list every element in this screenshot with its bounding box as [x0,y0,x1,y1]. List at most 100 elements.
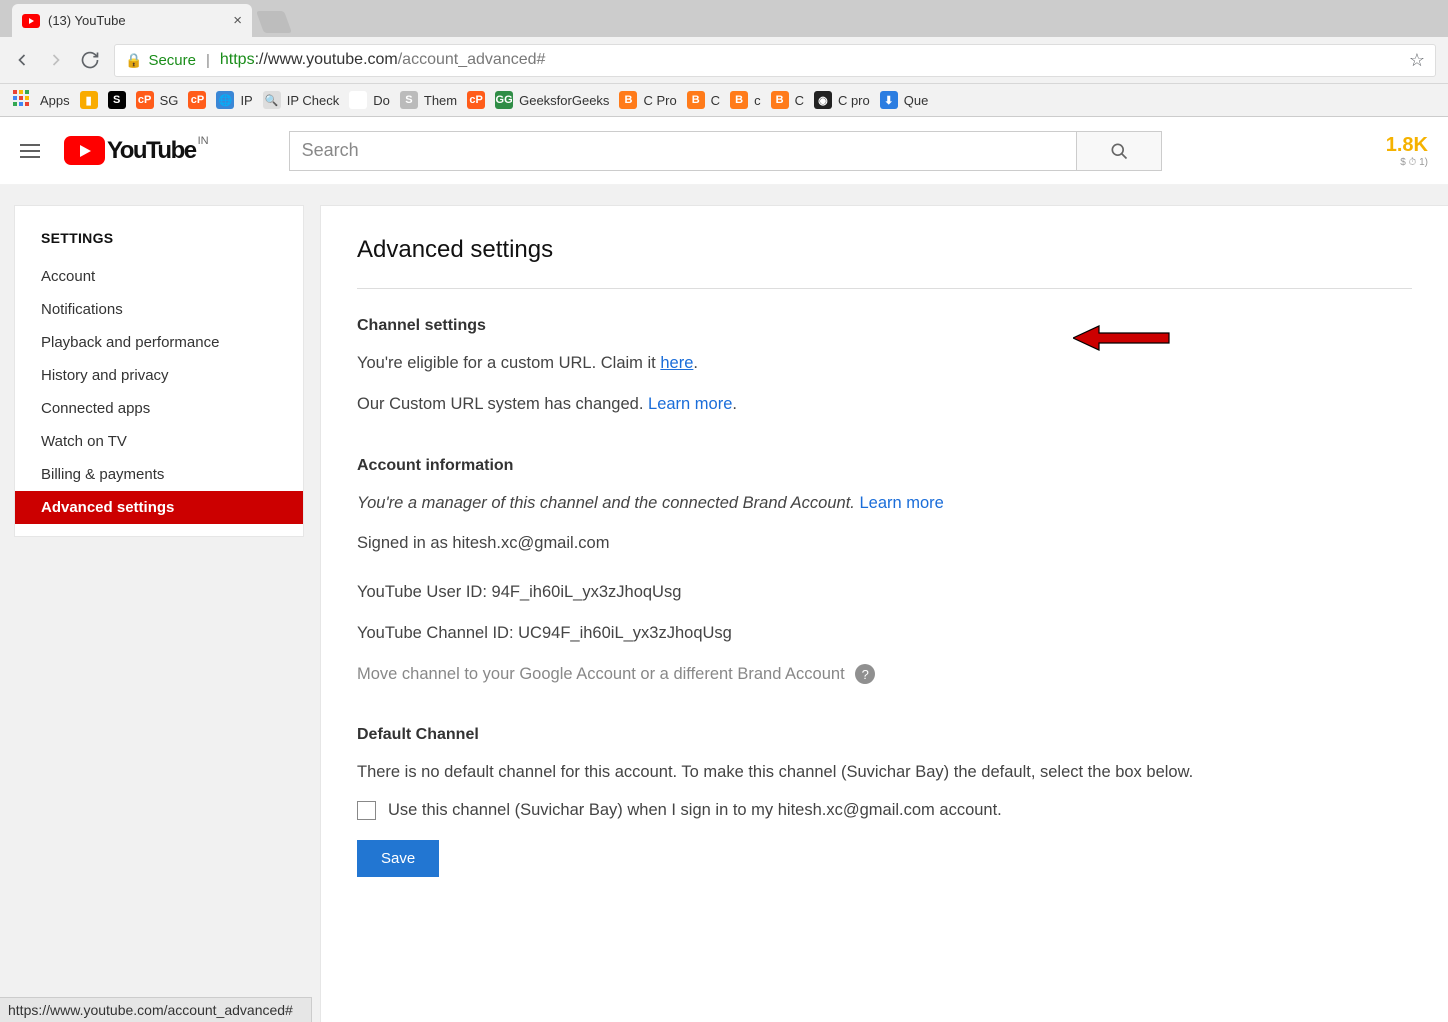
bookmark-item[interactable]: GG GeeksforGeeks [495,91,609,109]
bookmark-label: C Pro [643,93,676,108]
bookmark-star-icon[interactable]: ☆ [1409,50,1425,71]
bookmark-item[interactable]: BC [771,91,804,109]
custom-url-changed-text: Our Custom URL system has changed. Learn… [357,392,1412,417]
search-icon [1109,141,1129,161]
bookmark-label: GeeksforGeeks [519,93,609,108]
sidebar-item-watch-on-tv[interactable]: Watch on TV [15,425,303,458]
bookmark-item[interactable]: 🔍IP Check [263,91,340,109]
bookmark-bar: Apps▮ScPSGcP🌐IP🔍IP CheckGDoSThemcPGGGeek… [0,84,1448,117]
bookmark-item[interactable]: cP [188,91,206,109]
bookmark-label: C pro [838,93,870,108]
new-tab-button[interactable] [256,11,292,33]
bookmark-icon: B [619,91,637,109]
lock-icon: 🔒 [125,52,142,69]
bookmark-label: Do [373,93,390,108]
address-bar[interactable]: 🔒 Secure | https://www.youtube.com/accou… [114,44,1436,77]
content-area: SETTINGS AccountNotificationsPlayback an… [0,185,1448,1022]
youtube-logo[interactable]: YouTube IN [64,136,207,165]
account-info-heading: Account information [357,457,1412,475]
custom-url-eligible-text: You're eligible for a custom URL. Claim … [357,351,1412,376]
claim-here-link[interactable]: here [660,354,693,372]
save-button[interactable]: Save [357,840,439,877]
bookmark-label: IP Check [287,93,340,108]
manager-text: You're a manager of this channel and the… [357,491,1412,516]
bookmark-icon: GG [495,91,513,109]
youtube-region: IN [198,135,209,147]
close-icon[interactable]: × [233,12,242,29]
learn-more-link[interactable]: Learn more [648,395,732,413]
signed-in-text: Signed in as hitesh.xc@gmail.com [357,531,1412,556]
default-channel-checkbox-label: Use this channel (Suvichar Bay) when I s… [388,801,1002,820]
bookmark-icon: 🌐 [216,91,234,109]
red-arrow-annotation [1073,324,1171,352]
back-icon[interactable] [12,50,32,70]
bookmark-item[interactable]: Bc [730,91,761,109]
tab-strip: (13) YouTube × [0,0,1448,37]
sidebar-item-history-and-privacy[interactable]: History and privacy [15,359,303,392]
browser-status-bar: https://www.youtube.com/account_advanced… [0,997,312,1022]
bookmark-icon: S [108,91,126,109]
youtube-logo-text: YouTube [107,137,196,165]
url-text: https://www.youtube.com/account_advanced… [220,51,546,69]
search-button[interactable] [1077,131,1162,171]
bookmark-item[interactable]: cP [467,91,485,109]
bookmark-item[interactable]: 🌐IP [216,91,252,109]
header-right-sub: $ ⏱ 1) [1386,157,1428,168]
learn-more-manager-link[interactable]: Learn more [859,494,943,512]
bookmark-label: C [711,93,720,108]
bookmark-item[interactable]: S [108,91,126,109]
default-channel-checkbox-row: Use this channel (Suvichar Bay) when I s… [357,801,1412,820]
url-divider: | [206,52,210,69]
sidebar-item-playback-and-performance[interactable]: Playback and performance [15,326,303,359]
bookmark-item[interactable]: ◉C pro [814,91,870,109]
sidebar-item-advanced-settings[interactable]: Advanced settings [15,491,303,524]
reload-icon[interactable] [80,50,100,70]
youtube-play-icon [64,136,105,165]
youtube-favicon-icon [22,14,40,28]
sidebar-heading: SETTINGS [15,224,303,260]
youtube-header: YouTube IN 1.8K $ ⏱ 1) [0,117,1448,185]
main-panel: Advanced settings Channel settings You'r… [320,205,1448,1022]
help-icon[interactable]: ? [855,664,875,684]
apps-grid-icon[interactable] [12,89,30,112]
hamburger-icon[interactable] [20,140,40,162]
bookmark-label: Them [424,93,457,108]
default-channel-checkbox[interactable] [357,801,376,820]
bookmark-icon: ⬇ [880,91,898,109]
bookmark-item[interactable]: ⬇ Que [880,91,929,109]
bookmark-label: C [795,93,804,108]
sidebar-item-connected-apps[interactable]: Connected apps [15,392,303,425]
bookmark-label: SG [160,93,179,108]
youtube-user-id: YouTube User ID: 94F_ih60iL_yx3zJhoqUsg [357,580,1412,605]
forward-icon[interactable] [46,50,66,70]
bookmark-icon: ▮ [80,91,98,109]
sidebar-item-billing-payments[interactable]: Billing & payments [15,458,303,491]
settings-sidebar: SETTINGS AccountNotificationsPlayback an… [14,205,304,537]
sidebar-item-notifications[interactable]: Notifications [15,293,303,326]
bookmark-item[interactable]: Apps [40,93,70,108]
url-host: ://www.youtube.com [255,51,398,68]
channel-settings-heading: Channel settings [357,317,1412,335]
bookmark-icon: B [771,91,789,109]
secure-label: Secure [148,52,196,69]
bookmark-item[interactable]: cP SG [136,91,179,109]
bookmark-item[interactable]: B C Pro [619,91,676,109]
url-scheme: https [220,51,255,68]
bookmark-icon: cP [188,91,206,109]
sidebar-item-account[interactable]: Account [15,260,303,293]
default-channel-desc: There is no default channel for this acc… [357,760,1412,785]
tab-title: (13) YouTube [48,13,225,28]
youtube-channel-id: YouTube Channel ID: UC94F_ih60iL_yx3zJho… [357,621,1412,646]
page-title: Advanced settings [357,236,1412,289]
bookmark-item[interactable]: S Them [400,91,457,109]
default-channel-heading: Default Channel [357,726,1412,744]
bookmark-item[interactable]: BC [687,91,720,109]
search-input[interactable] [289,131,1077,171]
move-channel-text[interactable]: Move channel to your Google Account or a… [357,662,1412,687]
bookmark-icon: cP [136,91,154,109]
bookmark-item[interactable]: ▮ [80,91,98,109]
bookmark-item[interactable]: GDo [349,91,390,109]
browser-tab[interactable]: (13) YouTube × [12,4,252,37]
bookmark-label: Que [904,93,929,108]
bookmark-icon: S [400,91,418,109]
